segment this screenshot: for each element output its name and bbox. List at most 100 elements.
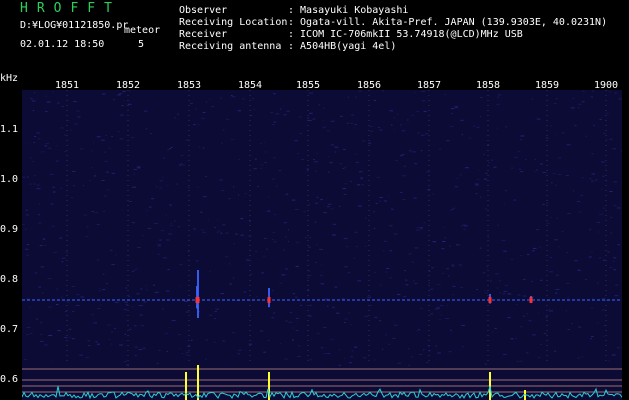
- noise-speck: [526, 313, 529, 315]
- noise-speck: [59, 237, 63, 239]
- noise-speck: [113, 328, 117, 329]
- noise-speck: [291, 339, 294, 341]
- noise-speck: [546, 202, 548, 204]
- noise-speck: [80, 296, 85, 298]
- noise-speck: [137, 247, 141, 248]
- noise-speck: [128, 295, 131, 297]
- noise-speck: [549, 310, 554, 312]
- noise-speck: [516, 360, 518, 362]
- noise-speck: [525, 159, 527, 161]
- noise-speck: [403, 165, 407, 167]
- noise-speck: [115, 301, 119, 303]
- noise-speck: [159, 187, 162, 189]
- noise-speck: [220, 190, 225, 191]
- noise-speck: [25, 248, 29, 250]
- noise-speck: [497, 94, 502, 96]
- noise-speck: [617, 347, 620, 349]
- noise-speck: [427, 189, 431, 191]
- noise-speck: [318, 104, 321, 106]
- noise-speck: [496, 103, 499, 105]
- noise-speck: [271, 290, 274, 291]
- noise-speck: [165, 214, 168, 216]
- noise-speck: [450, 108, 455, 110]
- noise-speck: [401, 130, 406, 132]
- noise-speck: [51, 361, 53, 362]
- noise-speck: [588, 256, 592, 258]
- noise-speck: [57, 102, 60, 104]
- noise-speck: [437, 352, 441, 354]
- noise-speck: [603, 325, 605, 326]
- noise-speck: [119, 344, 123, 346]
- noise-speck: [327, 203, 332, 205]
- noise-speck: [204, 358, 207, 360]
- noise-speck: [26, 214, 29, 216]
- noise-speck: [389, 277, 393, 279]
- noise-speck: [134, 346, 138, 348]
- noise-speck: [419, 307, 423, 309]
- noise-speck: [61, 106, 64, 107]
- noise-speck: [93, 142, 96, 144]
- noise-speck: [362, 357, 367, 359]
- noise-speck: [503, 250, 507, 252]
- antenna-label: Receiving antenna: [179, 41, 282, 52]
- noise-speck: [24, 359, 28, 361]
- noise-speck: [126, 364, 130, 366]
- noise-speck: [94, 212, 99, 214]
- noise-speck: [602, 335, 605, 337]
- noise-speck: [167, 149, 170, 151]
- noise-speck: [616, 207, 621, 209]
- noise-speck: [389, 225, 393, 227]
- noise-speck: [308, 315, 312, 317]
- noise-speck: [73, 185, 75, 187]
- noise-speck: [505, 126, 508, 128]
- noise-speck: [324, 353, 326, 355]
- noise-speck: [260, 143, 263, 145]
- noise-speck: [253, 168, 257, 170]
- noise-speck: [558, 246, 560, 248]
- noise-speck: [48, 147, 52, 149]
- noise-speck: [77, 116, 81, 118]
- noise-speck: [592, 297, 594, 299]
- noise-speck: [618, 98, 622, 100]
- noise-speck: [388, 195, 390, 197]
- noise-speck: [353, 257, 356, 259]
- noise-speck: [295, 318, 299, 319]
- noise-speck: [158, 245, 161, 247]
- noise-speck: [369, 305, 372, 306]
- noise-speck: [421, 90, 424, 92]
- noise-speck: [539, 246, 542, 248]
- noise-speck: [321, 264, 323, 266]
- noise-speck: [68, 328, 72, 330]
- noise-speck: [432, 241, 437, 243]
- noise-speck: [220, 293, 225, 295]
- noise-speck: [540, 343, 542, 345]
- noise-speck: [495, 273, 499, 275]
- noise-speck: [497, 96, 500, 98]
- noise-speck: [596, 222, 601, 223]
- noise-speck: [237, 110, 241, 112]
- noise-speck: [464, 167, 469, 169]
- noise-speck: [581, 101, 585, 103]
- noise-speck: [158, 349, 161, 351]
- noise-speck: [103, 210, 105, 212]
- noise-speck: [228, 198, 231, 200]
- noise-speck: [357, 184, 361, 186]
- noise-speck: [605, 168, 607, 170]
- noise-speck: [458, 264, 462, 266]
- noise-speck: [597, 231, 599, 233]
- noise-speck: [37, 214, 40, 216]
- noise-speck: [391, 208, 394, 210]
- noise-speck: [119, 114, 124, 116]
- noise-speck: [111, 172, 115, 174]
- noise-speck: [373, 359, 376, 361]
- noise-speck: [26, 143, 28, 145]
- noise-speck: [478, 169, 480, 171]
- echo-core: [267, 297, 271, 303]
- noise-speck: [494, 327, 497, 329]
- noise-speck: [556, 274, 559, 276]
- noise-speck: [106, 171, 109, 173]
- noise-speck: [537, 311, 540, 313]
- noise-speck: [169, 203, 172, 205]
- noise-speck: [528, 320, 532, 322]
- noise-speck: [520, 171, 524, 173]
